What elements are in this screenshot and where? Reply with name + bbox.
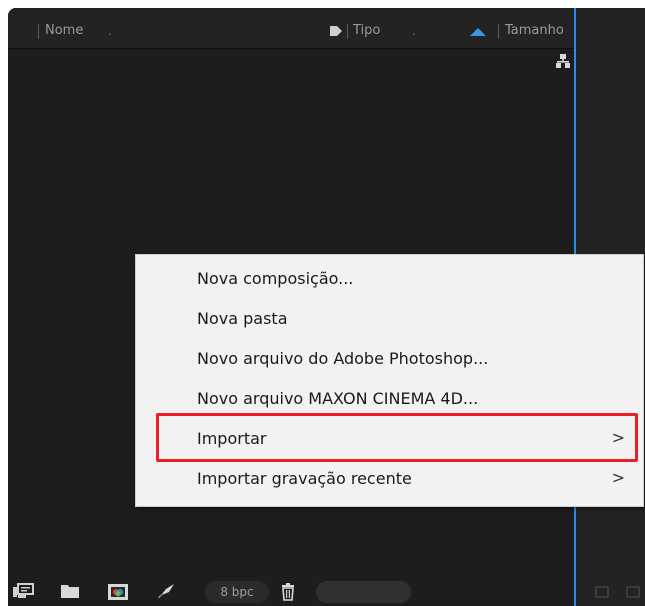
flowchart-icon[interactable] xyxy=(555,53,571,69)
menu-item-new-folder[interactable]: Nova pasta xyxy=(136,303,643,335)
menu-item-import-recent-footage[interactable]: Importar gravação recente > xyxy=(136,463,643,495)
column-name-menu[interactable]: . xyxy=(108,24,112,38)
project-toolbar: 8 bpc xyxy=(8,576,574,606)
interpret-footage-icon[interactable] xyxy=(12,583,34,599)
column-separator xyxy=(38,24,39,39)
column-name[interactable]: Nome xyxy=(45,23,83,38)
column-separator xyxy=(347,24,348,39)
color-depth-button[interactable]: 8 bpc xyxy=(205,581,269,603)
column-size[interactable]: Tamanho xyxy=(505,23,564,38)
app-window: Nome . Tipo . Tamanho 8 bpc Nova composi… xyxy=(8,8,645,606)
column-header: Nome . Tipo . Tamanho xyxy=(8,8,574,49)
new-composition-icon[interactable] xyxy=(107,583,129,601)
menu-item-new-photoshop-file[interactable]: Novo arquivo do Adobe Photoshop... xyxy=(136,343,643,375)
highlight-annotation xyxy=(156,413,638,462)
project-settings-icon[interactable] xyxy=(156,583,176,601)
panel-icon[interactable] xyxy=(626,586,640,598)
label-tag-icon[interactable] xyxy=(329,25,343,37)
submenu-arrow-icon: > xyxy=(611,468,625,487)
panel-icon[interactable] xyxy=(595,586,609,598)
sort-ascending-icon[interactable] xyxy=(470,28,486,36)
column-separator xyxy=(498,24,499,39)
horizontal-scrollbar[interactable] xyxy=(316,581,411,603)
column-type-menu[interactable]: . xyxy=(412,24,416,38)
new-folder-icon[interactable] xyxy=(60,583,80,599)
menu-item-new-cinema4d-file[interactable]: Novo arquivo MAXON CINEMA 4D... xyxy=(136,383,643,415)
column-type[interactable]: Tipo xyxy=(353,23,380,38)
trash-icon[interactable] xyxy=(280,583,296,601)
context-menu: Nova composição... Nova pasta Novo arqui… xyxy=(135,254,644,507)
menu-item-new-composition[interactable]: Nova composição... xyxy=(136,263,643,295)
